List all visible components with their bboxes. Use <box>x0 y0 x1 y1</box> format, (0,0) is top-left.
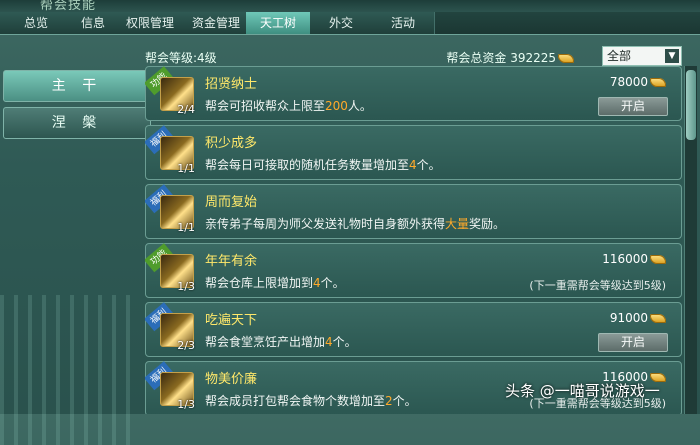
tab-funds[interactable]: 资金管理 <box>186 12 247 34</box>
gold-ingot-icon <box>650 314 666 323</box>
scrollbar[interactable] <box>684 66 697 414</box>
desc-highlight: 4 <box>409 158 417 172</box>
activate-button[interactable]: 开启 <box>598 97 668 116</box>
ledger-skill-icon: 1/1 <box>160 136 195 175</box>
desc-text: 帮会仓库上限增加到 <box>205 276 314 290</box>
desc-text: 帮会食堂烹饪产出增加 <box>205 335 326 349</box>
skill-level-count: 1/1 <box>177 221 195 234</box>
desc-text: 奖励。 <box>469 217 506 231</box>
activate-button[interactable]: 开启 <box>598 333 668 352</box>
skill-level-count: 1/3 <box>177 398 195 411</box>
skill-title: 物美价廉 <box>205 372 258 387</box>
skill-level-count: 2/4 <box>177 103 195 116</box>
desc-text: 帮会成员打包帮会食物个数增加至 <box>205 394 386 408</box>
skill-row[interactable]: 功能 1/3 年年有余 帮会仓库上限增加到4个。 116000 (下一重需帮会等… <box>145 243 682 298</box>
desc-text: 亲传弟子每周为师父发送礼物时自身额外获得 <box>205 217 446 231</box>
food-bowl-icon: 2/3 <box>160 313 195 352</box>
desc-text: 人。 <box>347 99 372 113</box>
skill-description: 帮会仓库上限增加到4个。 <box>205 274 345 291</box>
tab-bar: 总览 信息 权限管理 资金管理 天工树 外交 活动 <box>0 12 700 35</box>
left-nav: 主 干 涅 槃 <box>0 35 151 445</box>
cost-value: 116000 <box>602 252 648 266</box>
desc-highlight: 4 <box>325 335 333 349</box>
skill-cost: 116000 <box>602 252 666 266</box>
gold-ingot-icon <box>650 78 666 87</box>
skill-title: 年年有余 <box>205 254 258 269</box>
skill-description: 帮会成员打包帮会食物个数增加至2个。 <box>205 392 417 409</box>
tab-permissions[interactable]: 权限管理 <box>114 12 187 34</box>
skill-level-count: 1/3 <box>177 280 195 293</box>
skill-row[interactable]: 福利 2/3 吃遍天下 帮会食堂烹饪产出增加4个。 91000 开启 <box>145 302 682 357</box>
desc-text: 个。 <box>320 276 345 290</box>
skill-title: 周而复始 <box>205 195 258 210</box>
gold-ingot-icon <box>558 54 574 63</box>
watermark: 头条 @一喵哥说游戏一 <box>505 382 660 400</box>
tab-tiangong-tree[interactable]: 天工树 <box>246 12 311 34</box>
skill-level-count: 2/3 <box>177 339 195 352</box>
skill-description: 帮会食堂烹饪产出增加4个。 <box>205 333 357 350</box>
skill-level-count: 1/1 <box>177 162 195 175</box>
cost-value: 78000 <box>609 75 648 89</box>
nav-nirvana[interactable]: 涅 槃 <box>3 107 151 139</box>
skill-description: 亲传弟子每周为师父发送礼物时自身额外获得大量奖励。 <box>205 215 505 232</box>
skill-title: 积少成多 <box>205 136 258 151</box>
food-package-icon: 1/3 <box>160 372 195 411</box>
skill-description: 帮会可招收帮众上限至200人。 <box>205 97 372 114</box>
cost-value: 91000 <box>609 311 648 325</box>
desc-highlight: 4 <box>313 276 321 290</box>
desc-highlight: 大量 <box>445 217 470 231</box>
scroll-skill-icon: 2/4 <box>160 77 195 116</box>
skill-cost: 78000 <box>610 75 666 89</box>
skill-title: 招贤纳士 <box>205 77 258 92</box>
chevron-down-icon[interactable]: ▼ <box>665 49 679 63</box>
level-requirement: (下一重需帮会等级达到5级) <box>529 279 666 292</box>
tab-overview[interactable]: 总览 <box>0 12 73 34</box>
nav-trunk[interactable]: 主 干 <box>3 70 151 102</box>
guild-level: 帮会等级:4级 <box>145 51 217 65</box>
scrollbar-thumb[interactable] <box>686 70 696 140</box>
filter-value: 全部 <box>607 49 632 63</box>
treasure-chest-icon: 1/3 <box>160 254 195 293</box>
desc-text: 个。 <box>332 335 357 349</box>
gold-ingot-icon <box>650 255 666 264</box>
desc-text: 个。 <box>392 394 417 408</box>
skill-row[interactable]: 福利 1/1 周而复始 亲传弟子每周为师父发送礼物时自身额外获得大量奖励。 <box>145 184 682 239</box>
skill-cost: 91000 <box>610 311 666 325</box>
skill-title: 吃遍天下 <box>205 313 258 328</box>
filter-dropdown[interactable]: 全部 ▼ <box>602 46 682 66</box>
desc-text: 帮会每日可接取的随机任务数量增加至 <box>205 158 410 172</box>
desc-highlight: 2 <box>385 394 393 408</box>
background-decoration <box>0 295 130 445</box>
tab-activities[interactable]: 活动 <box>372 12 435 34</box>
desc-text: 个。 <box>416 158 441 172</box>
desc-text: 帮会可招收帮众上限至 <box>205 99 326 113</box>
guild-fund-label: 帮会总资金 392225 <box>446 51 556 65</box>
skill-row[interactable]: 功能 2/4 招贤纳士 帮会可招收帮众上限至200人。 78000 开启 <box>145 66 682 121</box>
sword-skill-icon: 1/1 <box>160 195 195 234</box>
skill-list: 功能 2/4 招贤纳士 帮会可招收帮众上限至200人。 78000 开启 福利 … <box>145 66 682 414</box>
tab-diplomacy[interactable]: 外交 <box>310 12 373 34</box>
guild-fund: 帮会总资金 392225 <box>446 49 574 66</box>
skill-row[interactable]: 福利 1/1 积少成多 帮会每日可接取的随机任务数量增加至4个。 <box>145 125 682 180</box>
desc-highlight: 200 <box>325 99 348 113</box>
skill-description: 帮会每日可接取的随机任务数量增加至4个。 <box>205 156 441 173</box>
tab-info[interactable]: 信息 <box>72 12 115 34</box>
list-header: 帮会等级:4级 帮会总资金 392225 全部 ▼ <box>145 46 685 66</box>
